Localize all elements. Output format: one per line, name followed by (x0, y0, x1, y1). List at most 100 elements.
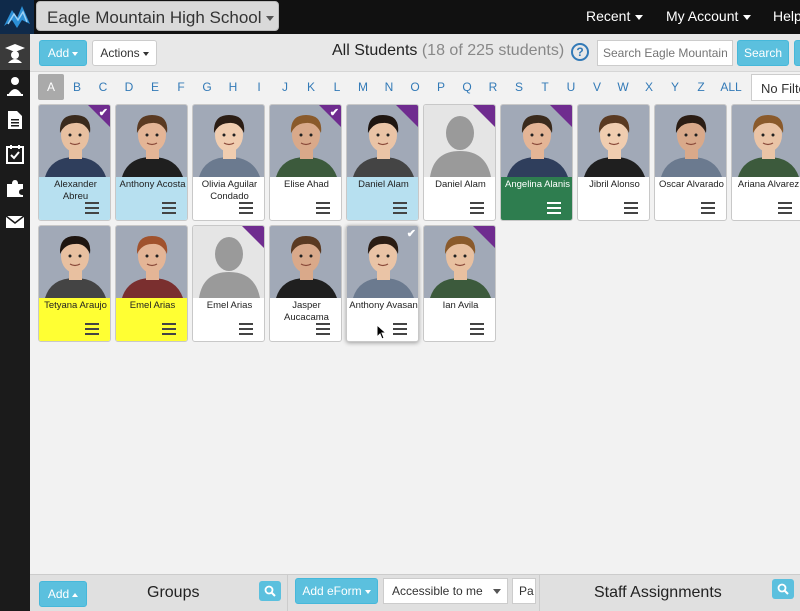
add-button[interactable]: Add (39, 40, 87, 66)
hamburger-menu-icon[interactable] (470, 323, 484, 335)
student-name[interactable]: Daniel Alam (347, 179, 418, 191)
hamburger-menu-icon[interactable] (701, 202, 715, 214)
student-name[interactable]: Anthony Acosta (116, 179, 187, 191)
student-photo (39, 226, 110, 298)
groups-search-icon[interactable] (259, 581, 281, 601)
puzzle-icon[interactable] (3, 176, 27, 200)
student-name[interactable]: Olivia Aguilar Condado (193, 179, 264, 203)
student-card[interactable]: Ian Avila (423, 225, 496, 342)
letter-filter-d[interactable]: D (116, 74, 142, 100)
letter-filter-a[interactable]: A (38, 74, 64, 100)
help-menu[interactable]: Help (773, 8, 800, 24)
hamburger-menu-icon[interactable] (85, 323, 99, 335)
student-name[interactable]: Angelina Alanis (501, 179, 572, 191)
student-name[interactable]: Tetyana Araujo (39, 300, 110, 312)
student-name[interactable]: Daniel Alam (424, 179, 495, 191)
letter-filter-x[interactable]: X (636, 74, 662, 100)
letter-filter-y[interactable]: Y (662, 74, 688, 100)
letter-filter-v[interactable]: V (584, 74, 610, 100)
hamburger-menu-icon[interactable] (470, 202, 484, 214)
hamburger-menu-icon[interactable] (393, 202, 407, 214)
student-name[interactable]: Emel Arias (116, 300, 187, 312)
student-card[interactable]: ✔ Alexander Abreu (38, 104, 111, 221)
letter-filter-h[interactable]: H (220, 74, 246, 100)
actions-button[interactable]: Actions (92, 40, 157, 66)
student-name[interactable]: Jasper Aucacama (270, 300, 341, 324)
hamburger-menu-icon[interactable] (162, 323, 176, 335)
letter-filter-f[interactable]: F (168, 74, 194, 100)
student-name[interactable]: Anthony Avasan (347, 300, 418, 312)
letter-filter-n[interactable]: N (376, 74, 402, 100)
staff-search-icon[interactable] (772, 579, 794, 599)
student-name[interactable]: Elise Ahad (270, 179, 341, 191)
student-card[interactable]: Anthony Acosta (115, 104, 188, 221)
hamburger-menu-icon[interactable] (393, 323, 407, 335)
student-card[interactable]: Daniel Alam (423, 104, 496, 221)
letter-filter-g[interactable]: G (194, 74, 220, 100)
student-photo (270, 226, 341, 298)
student-card[interactable]: Emel Arias (192, 225, 265, 342)
groups-add-button[interactable]: Add (39, 581, 87, 607)
letter-filter-k[interactable]: K (298, 74, 324, 100)
letter-filter-q[interactable]: Q (454, 74, 480, 100)
extra-button[interactable] (794, 40, 800, 66)
eagle-logo-icon[interactable] (0, 0, 34, 34)
letter-filter-c[interactable]: C (90, 74, 116, 100)
hamburger-menu-icon[interactable] (85, 202, 99, 214)
recent-menu[interactable]: Recent (586, 8, 644, 24)
graduation-cap-icon[interactable] (0, 34, 30, 70)
student-name[interactable]: Emel Arias (193, 300, 264, 312)
hamburger-menu-icon[interactable] (624, 202, 638, 214)
student-name[interactable]: Alexander Abreu (39, 179, 110, 203)
hamburger-menu-icon[interactable] (316, 202, 330, 214)
filter-select[interactable]: No Filter (751, 74, 800, 101)
accessible-select[interactable]: Accessible to me (383, 578, 508, 604)
hamburger-menu-icon[interactable] (162, 202, 176, 214)
envelope-icon[interactable] (3, 210, 27, 234)
hamburger-menu-icon[interactable] (316, 323, 330, 335)
student-name[interactable]: Oscar Alvarado (655, 179, 726, 191)
letter-filter-all[interactable]: ALL (714, 74, 748, 100)
student-card[interactable]: Ariana Alvarez (731, 104, 800, 221)
student-card[interactable]: Daniel Alam (346, 104, 419, 221)
student-name[interactable]: Jibril Alonso (578, 179, 649, 191)
letter-filter-j[interactable]: J (272, 74, 298, 100)
document-icon[interactable] (3, 108, 27, 132)
school-selector[interactable]: Eagle Mountain High School (36, 1, 279, 31)
letter-filter-t[interactable]: T (532, 74, 558, 100)
search-input[interactable] (597, 40, 733, 66)
student-card[interactable]: Jibril Alonso (577, 104, 650, 221)
third-select[interactable]: Pa (512, 578, 536, 604)
student-card[interactable]: ✔ Elise Ahad (269, 104, 342, 221)
student-card[interactable]: Tetyana Araujo (38, 225, 111, 342)
checklist-icon[interactable] (3, 142, 27, 166)
letter-filter-z[interactable]: Z (688, 74, 714, 100)
letter-filter-l[interactable]: L (324, 74, 350, 100)
search-button[interactable]: Search (737, 40, 789, 66)
student-name[interactable]: Ian Avila (424, 300, 495, 312)
hamburger-menu-icon[interactable] (778, 202, 792, 214)
letter-filter-r[interactable]: R (480, 74, 506, 100)
letter-filter-u[interactable]: U (558, 74, 584, 100)
add-eform-button[interactable]: Add eForm (295, 578, 378, 604)
hamburger-menu-icon[interactable] (239, 323, 253, 335)
student-card[interactable]: Angelina Alanis (500, 104, 573, 221)
student-name[interactable]: Ariana Alvarez (732, 179, 800, 191)
student-card[interactable]: Olivia Aguilar Condado (192, 104, 265, 221)
letter-filter-m[interactable]: M (350, 74, 376, 100)
letter-filter-e[interactable]: E (142, 74, 168, 100)
student-card[interactable]: Jasper Aucacama (269, 225, 342, 342)
letter-filter-o[interactable]: O (402, 74, 428, 100)
user-icon[interactable] (3, 74, 27, 98)
my-account-menu[interactable]: My Account (666, 8, 752, 24)
letter-filter-b[interactable]: B (64, 74, 90, 100)
letter-filter-i[interactable]: I (246, 74, 272, 100)
letter-filter-s[interactable]: S (506, 74, 532, 100)
student-card[interactable]: Oscar Alvarado (654, 104, 727, 221)
student-card[interactable]: Emel Arias (115, 225, 188, 342)
hamburger-menu-icon[interactable] (239, 202, 253, 214)
hamburger-menu-icon[interactable] (547, 202, 561, 214)
letter-filter-p[interactable]: P (428, 74, 454, 100)
letter-filter-w[interactable]: W (610, 74, 636, 100)
help-circle-icon[interactable]: ? (571, 43, 589, 61)
